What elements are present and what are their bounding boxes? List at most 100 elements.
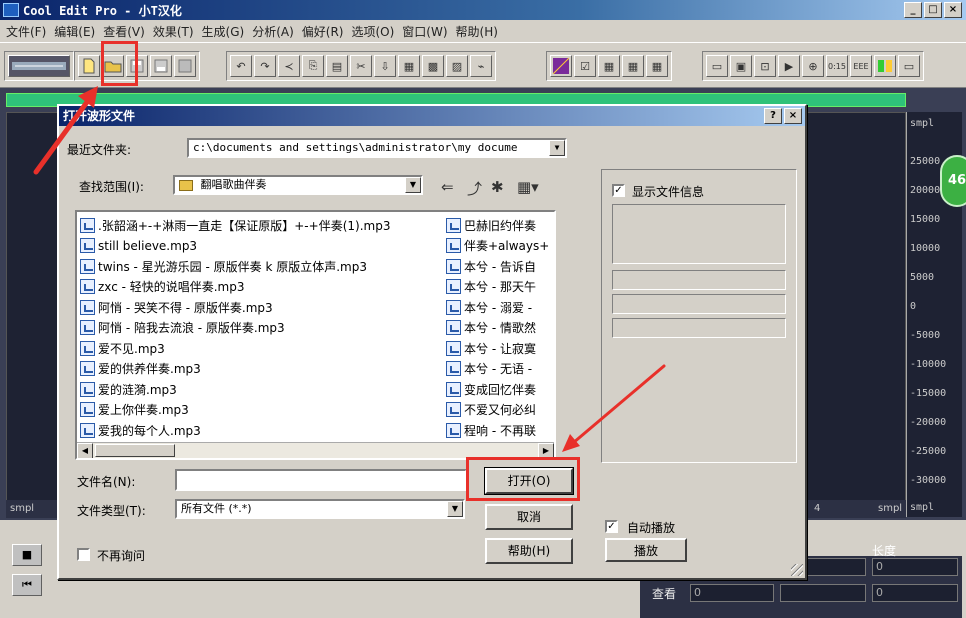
no-ask-checkbox[interactable]: [77, 548, 90, 561]
play-button[interactable]: 播放: [605, 538, 687, 562]
menu-favorites[interactable]: 偏好(R): [298, 23, 348, 40]
copy-new-icon[interactable]: ▤: [326, 55, 348, 77]
view-end-field[interactable]: [780, 584, 866, 602]
scroll-right-icon[interactable]: ▶: [538, 443, 554, 458]
scrollbar-thumb[interactable]: [95, 444, 175, 457]
zoom-icon[interactable]: ⊕: [802, 55, 824, 77]
length-field[interactable]: 0: [872, 558, 958, 576]
undo-icon[interactable]: ↶: [230, 55, 252, 77]
list-item[interactable]: 巴赫旧约伴奏: [446, 215, 549, 236]
menu-edit[interactable]: 编辑(E): [50, 23, 99, 40]
redo-icon[interactable]: ↷: [254, 55, 276, 77]
window-icon[interactable]: ▭: [898, 55, 920, 77]
open-button[interactable]: 打开(O): [484, 467, 574, 495]
list-item[interactable]: 爱上你伴奏.mp3: [80, 400, 390, 421]
recent-folders-combo[interactable]: c:\documents and settings\administrator\…: [187, 138, 567, 158]
list-item[interactable]: .张韶涵+-+淋雨一直走【保证原版】+-+伴奏(1).mp3: [80, 215, 390, 236]
new-file-icon[interactable]: [78, 55, 100, 77]
menu-window[interactable]: 窗口(W): [398, 23, 451, 40]
cancel-button[interactable]: 取消: [485, 504, 573, 530]
spectral-view-icon[interactable]: [550, 55, 572, 77]
trim-icon[interactable]: ▨: [446, 55, 468, 77]
horizontal-scrollbar[interactable]: ◀ ▶: [77, 442, 554, 458]
filetype-select[interactable]: 所有文件 (*.*) ▼: [175, 499, 465, 519]
app-icon: [3, 3, 19, 17]
grid-tool-icon[interactable]: ▦: [598, 55, 620, 77]
list-item[interactable]: 爱的涟漪.mp3: [80, 379, 390, 400]
menu-effects[interactable]: 效果(T): [149, 23, 198, 40]
list-item[interactable]: 本兮 - 情歌然: [446, 318, 549, 339]
up-folder-icon[interactable]: ⤴: [467, 178, 482, 199]
eq-icon[interactable]: EEE: [850, 55, 872, 77]
list-item[interactable]: 本兮 - 溺爱 -: [446, 297, 549, 318]
grid-tool-2-icon[interactable]: ▦: [622, 55, 644, 77]
back-arrow-icon[interactable]: ⇐: [441, 178, 454, 196]
chevron-down-icon[interactable]: ▼: [405, 177, 421, 193]
level-meter-icon[interactable]: [874, 55, 896, 77]
menu-generate[interactable]: 生成(G): [198, 23, 249, 40]
save-selection-icon[interactable]: [174, 55, 196, 77]
play-list-icon[interactable]: ▶: [778, 55, 800, 77]
cut-icon[interactable]: ✂: [350, 55, 372, 77]
list-item[interactable]: 本兮 - 告诉自: [446, 256, 549, 277]
minimize-button[interactable]: _: [904, 2, 922, 18]
list-item[interactable]: 爱的供养伴奏.mp3: [80, 359, 390, 380]
file-list[interactable]: .张韶涵+-+淋雨一直走【保证原版】+-+伴奏(1).mp3 still bel…: [75, 210, 556, 460]
list-item[interactable]: zxc - 轻快的说唱伴奏.mp3: [80, 277, 390, 298]
cue-list-icon[interactable]: ⊡: [754, 55, 776, 77]
menu-view[interactable]: 查看(V): [99, 23, 149, 40]
chevron-down-icon[interactable]: ▼: [447, 501, 463, 517]
list-item[interactable]: 伴奏+always+: [446, 236, 549, 257]
crossfade-icon[interactable]: ⌁: [470, 55, 492, 77]
list-item[interactable]: 程响 - 不再联: [446, 420, 549, 441]
go-to-start-icon[interactable]: ⏮: [12, 574, 42, 596]
view-length-field[interactable]: 0: [872, 584, 958, 602]
open-folder-icon[interactable]: [102, 55, 124, 77]
paste-new-icon[interactable]: ▦: [398, 55, 420, 77]
menu-file[interactable]: 文件(F): [2, 23, 50, 40]
list-item[interactable]: 不爱又何必纠: [446, 400, 549, 421]
list-item[interactable]: twins - 星光游乐园 - 原版伴奏 k 原版立体声.mp3: [80, 256, 390, 277]
time-display-icon[interactable]: 0:15: [826, 55, 848, 77]
checkbox-tool-icon[interactable]: ☑: [574, 55, 596, 77]
copy-icon[interactable]: ⎘: [302, 55, 324, 77]
menu-options[interactable]: 选项(O): [347, 23, 398, 40]
waveform-view-icon[interactable]: ▭: [706, 55, 728, 77]
view-begin-field[interactable]: 0: [690, 584, 774, 602]
list-item[interactable]: 本兮 - 那天午: [446, 277, 549, 298]
mix-paste-icon[interactable]: ▩: [422, 55, 444, 77]
spectral-panel-icon[interactable]: ▣: [730, 55, 752, 77]
list-item[interactable]: 爱我的每个人.mp3: [80, 420, 390, 441]
new-folder-icon[interactable]: ✱: [491, 178, 504, 196]
autoplay-checkbox[interactable]: ✓: [605, 520, 618, 533]
save-icon[interactable]: [126, 55, 148, 77]
maximize-button[interactable]: □: [924, 2, 942, 18]
list-item[interactable]: 阿悄 - 陪我去流浪 - 原版伴奏.mp3: [80, 318, 390, 339]
stop-icon[interactable]: ■: [12, 544, 42, 566]
multitrack-toggle-icon[interactable]: [8, 55, 70, 77]
list-item[interactable]: still believe.mp3: [80, 236, 390, 257]
look-in-combo[interactable]: 翻唱歌曲伴奏 ▼: [173, 175, 423, 195]
view-menu-icon[interactable]: ▦▾: [517, 178, 539, 196]
repeat-icon[interactable]: ≺: [278, 55, 300, 77]
grid-tool-3-icon[interactable]: ▦: [646, 55, 668, 77]
list-item[interactable]: 阿悄 - 哭笑不得 - 原版伴奏.mp3: [80, 297, 390, 318]
scroll-left-icon[interactable]: ◀: [77, 443, 93, 458]
menu-analyze[interactable]: 分析(A): [248, 23, 298, 40]
filename-input[interactable]: [175, 469, 467, 491]
list-item[interactable]: 本兮 - 让寂寞: [446, 338, 549, 359]
dialog-help-button[interactable]: ?: [764, 108, 782, 124]
list-item[interactable]: 爱不见.mp3: [80, 338, 390, 359]
save-all-icon[interactable]: [150, 55, 172, 77]
dialog-close-button[interactable]: ×: [784, 108, 802, 124]
chevron-down-icon[interactable]: ▼: [549, 140, 565, 156]
menu-help[interactable]: 帮助(H): [452, 23, 502, 40]
paste-icon[interactable]: ⇩: [374, 55, 396, 77]
close-button[interactable]: ×: [944, 2, 962, 18]
audio-file-icon: [446, 279, 461, 295]
list-item[interactable]: 本兮 - 无语 -: [446, 359, 549, 380]
list-item[interactable]: 变成回忆伴奏: [446, 379, 549, 400]
help-button[interactable]: 帮助(H): [485, 538, 573, 564]
resize-grip-icon[interactable]: [791, 564, 803, 576]
show-info-checkbox[interactable]: ✓: [612, 184, 625, 197]
